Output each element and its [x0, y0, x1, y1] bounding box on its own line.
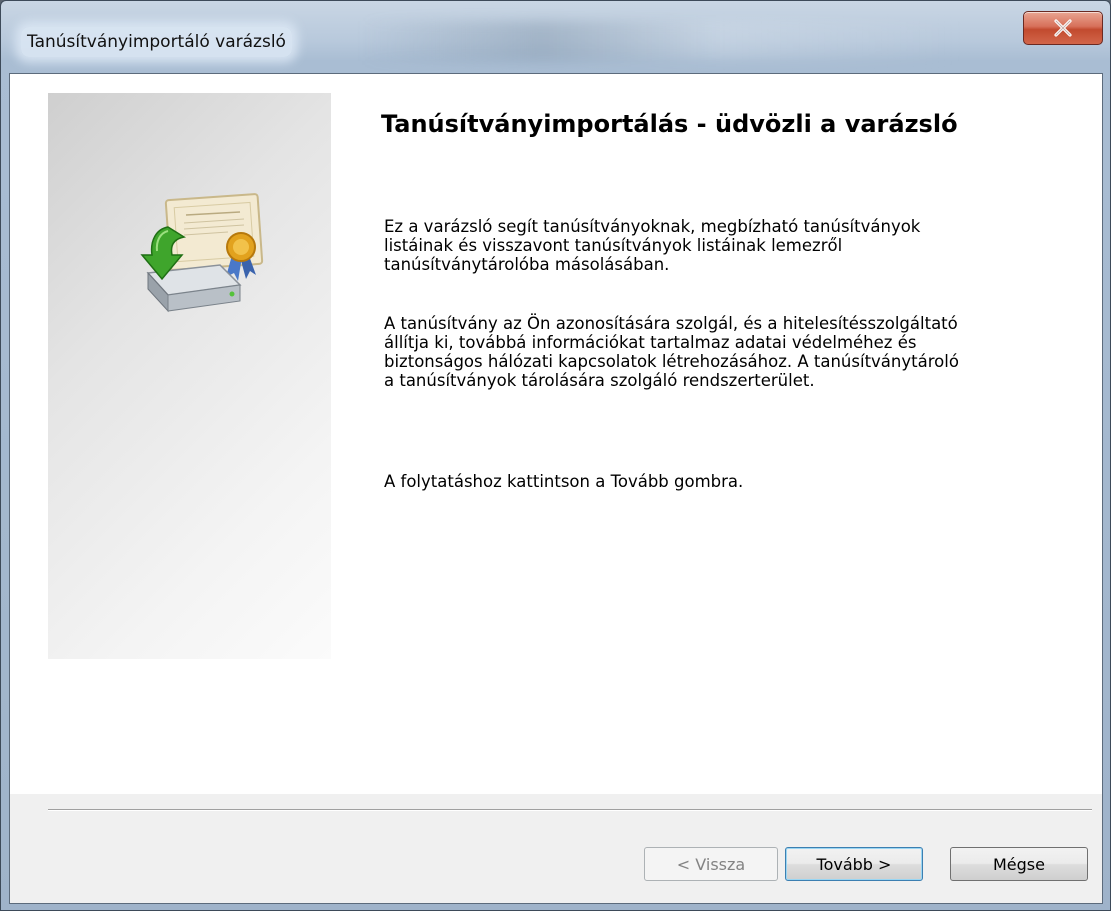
title-bar[interactable]: Tanúsítványimportáló varázsló	[1, 1, 1111, 71]
next-button[interactable]: Tovább >	[785, 847, 923, 881]
wizard-side-panel	[48, 93, 331, 659]
close-button[interactable]	[1023, 11, 1103, 45]
certificate-import-icon	[140, 193, 264, 313]
page-title: Tanúsítványimportálás - üdvözli a varázs…	[381, 110, 958, 138]
window-title: Tanúsítványimportáló varázsló	[21, 27, 292, 57]
dialog-client-area: Tanúsítványimportálás - üdvözli a varázs…	[9, 73, 1103, 904]
description-paragraph: A tanúsítvány az Ön azonosítására szolgá…	[384, 314, 959, 390]
wizard-page: Tanúsítványimportálás - üdvözli a varázs…	[10, 74, 1102, 794]
back-button[interactable]: < Vissza	[644, 847, 778, 881]
close-icon	[1054, 19, 1072, 37]
cancel-button[interactable]: Mégse	[950, 847, 1088, 881]
button-separator	[48, 809, 1092, 811]
window-frame: Tanúsítványimportáló varázsló Tanúsítván…	[0, 0, 1111, 911]
intro-paragraph: Ez a varázsló segít tanúsítványoknak, me…	[384, 217, 921, 274]
continue-instruction: A folytatáshoz kattintson a Tovább gombr…	[384, 472, 744, 491]
